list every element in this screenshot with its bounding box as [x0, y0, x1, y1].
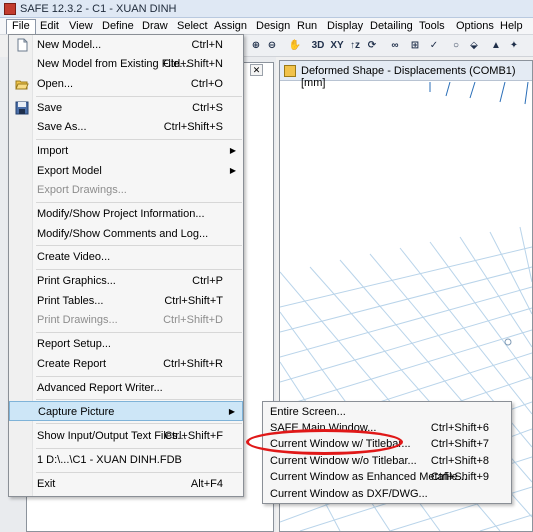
menu-item-print-drawings: Print Drawings... Ctrl+Shift+D: [37, 314, 223, 326]
menu-item-advanced-report-writer[interactable]: Advanced Report Writer...: [9, 378, 243, 398]
menu-item-save[interactable]: Save Ctrl+S: [9, 98, 243, 118]
pan-icon[interactable]: ✋: [287, 38, 303, 54]
menu-item-export-drawings: Export Drawings...: [37, 184, 127, 196]
menu-bar: File Edit View Define Draw Select Assign…: [0, 18, 533, 35]
circle-icon[interactable]: ○: [449, 38, 463, 54]
submenu-item-enhanced-metafile[interactable]: Current Window as Enhanced Metafile... C…: [263, 469, 511, 485]
menu-assign[interactable]: Assign: [209, 19, 252, 34]
menu-separator: [36, 376, 242, 377]
menu-options[interactable]: Options: [451, 19, 499, 34]
3d-view-icon[interactable]: 3D: [309, 38, 327, 54]
menu-item-new-model-from-existing[interactable]: New Model from Existing File... Ctrl+Shi…: [9, 54, 243, 74]
zoom-in-icon[interactable]: ⊕: [249, 38, 263, 54]
save-icon: [15, 101, 29, 115]
menu-item-report-setup[interactable]: Report Setup...: [9, 334, 243, 354]
menu-separator: [36, 96, 242, 97]
app-icon: [4, 3, 16, 15]
menu-separator: [36, 399, 242, 400]
open-folder-icon: [15, 80, 29, 90]
menu-item-comments-and-log[interactable]: Modify/Show Comments and Log...: [9, 224, 243, 244]
menu-tools[interactable]: Tools: [414, 19, 450, 34]
menu-select[interactable]: Select: [172, 19, 213, 34]
view-titlebar[interactable]: Deformed Shape - Displacements (COMB1) […: [280, 61, 532, 89]
menu-separator: [36, 423, 242, 424]
pointer-icon[interactable]: ▲: [489, 38, 503, 54]
mesh-icon[interactable]: ✦: [507, 38, 521, 54]
menu-item-import[interactable]: Import ▶: [9, 141, 243, 161]
rotate-view-icon[interactable]: ⟳: [365, 38, 379, 54]
menu-item-exit[interactable]: Exit Alt+F4: [9, 474, 243, 494]
menu-item-recent-file[interactable]: 1 D:\...\C1 - XUAN DINH.FDB: [9, 450, 243, 470]
title-bar: SAFE 12.3.2 - C1 - XUAN DINH: [0, 0, 533, 18]
menu-run[interactable]: Run: [292, 19, 322, 34]
fill-icon[interactable]: ⬙: [467, 38, 481, 54]
submenu-arrow-icon: ▶: [228, 407, 235, 416]
menu-item-project-information[interactable]: Modify/Show Project Information...: [9, 204, 243, 224]
menu-item-create-report[interactable]: Create Report Ctrl+Shift+R: [9, 354, 243, 374]
menu-item-new-model[interactable]: New Model... Ctrl+N: [9, 35, 243, 55]
file-menu-dropdown: New Model... Ctrl+N New Model from Exist…: [8, 34, 244, 497]
submenu-item-dxf-dwg[interactable]: Current Window as DXF/DWG...: [263, 486, 511, 502]
close-icon[interactable]: ✕: [250, 64, 263, 76]
menu-view[interactable]: View: [64, 19, 98, 34]
menu-item-print-graphics[interactable]: Print Graphics... Ctrl+P: [9, 271, 243, 291]
toolbar: ⊕ ⊖ ✋ 3D XY ↑z ⟳ ∞ ⊞ ✓ ○ ⬙ ▲ ✦: [243, 35, 533, 57]
red-highlight-oval: [246, 429, 403, 455]
zoom-out-icon[interactable]: ⊖: [265, 38, 279, 54]
menu-design[interactable]: Design: [251, 19, 295, 34]
glasses-icon[interactable]: ∞: [387, 38, 403, 54]
view-window-icon: [284, 65, 296, 77]
menu-item-capture-picture[interactable]: Capture Picture ▶: [9, 401, 243, 421]
menu-draw[interactable]: Draw: [137, 19, 173, 34]
window-title: SAFE 12.3.2 - C1 - XUAN DINH: [20, 3, 177, 15]
submenu-item-current-window-without-titlebar[interactable]: Current Window w/o Titlebar... Ctrl+Shif…: [263, 453, 511, 469]
menu-separator: [36, 472, 242, 473]
menu-display[interactable]: Display: [322, 19, 368, 34]
menu-separator: [36, 448, 242, 449]
submenu-item-entire-screen[interactable]: Entire Screen...: [263, 404, 511, 420]
menu-help[interactable]: Help: [495, 19, 528, 34]
shrink-icon[interactable]: ⊞: [407, 38, 423, 54]
menu-separator: [36, 332, 242, 333]
xy-view-icon[interactable]: XY: [329, 38, 345, 54]
menu-separator: [36, 139, 242, 140]
check-icon[interactable]: ✓: [427, 38, 441, 54]
menu-separator: [36, 269, 242, 270]
menu-item-export-model[interactable]: Export Model ▶: [9, 161, 243, 181]
menu-edit[interactable]: Edit: [35, 19, 64, 34]
menu-define[interactable]: Define: [97, 19, 139, 34]
new-file-icon: [17, 38, 28, 52]
menu-file[interactable]: File: [6, 19, 36, 34]
submenu-arrow-icon: ▶: [229, 166, 236, 175]
submenu-arrow-icon: ▶: [229, 146, 236, 155]
menu-separator: [36, 202, 242, 203]
menu-item-open[interactable]: Open... Ctrl+O: [9, 74, 243, 94]
menu-item-create-video[interactable]: Create Video...: [9, 247, 243, 267]
menu-item-save-as[interactable]: Save As... Ctrl+Shift+S: [9, 117, 243, 137]
xz-view-icon[interactable]: ↑z: [347, 38, 363, 54]
menu-detailing[interactable]: Detailing: [365, 19, 418, 34]
menu-separator: [36, 245, 242, 246]
menu-item-print-tables[interactable]: Print Tables... Ctrl+Shift+T: [9, 291, 243, 311]
menu-item-show-text-files[interactable]: Show Input/Output Text Files... Ctrl+Shi…: [9, 426, 243, 446]
